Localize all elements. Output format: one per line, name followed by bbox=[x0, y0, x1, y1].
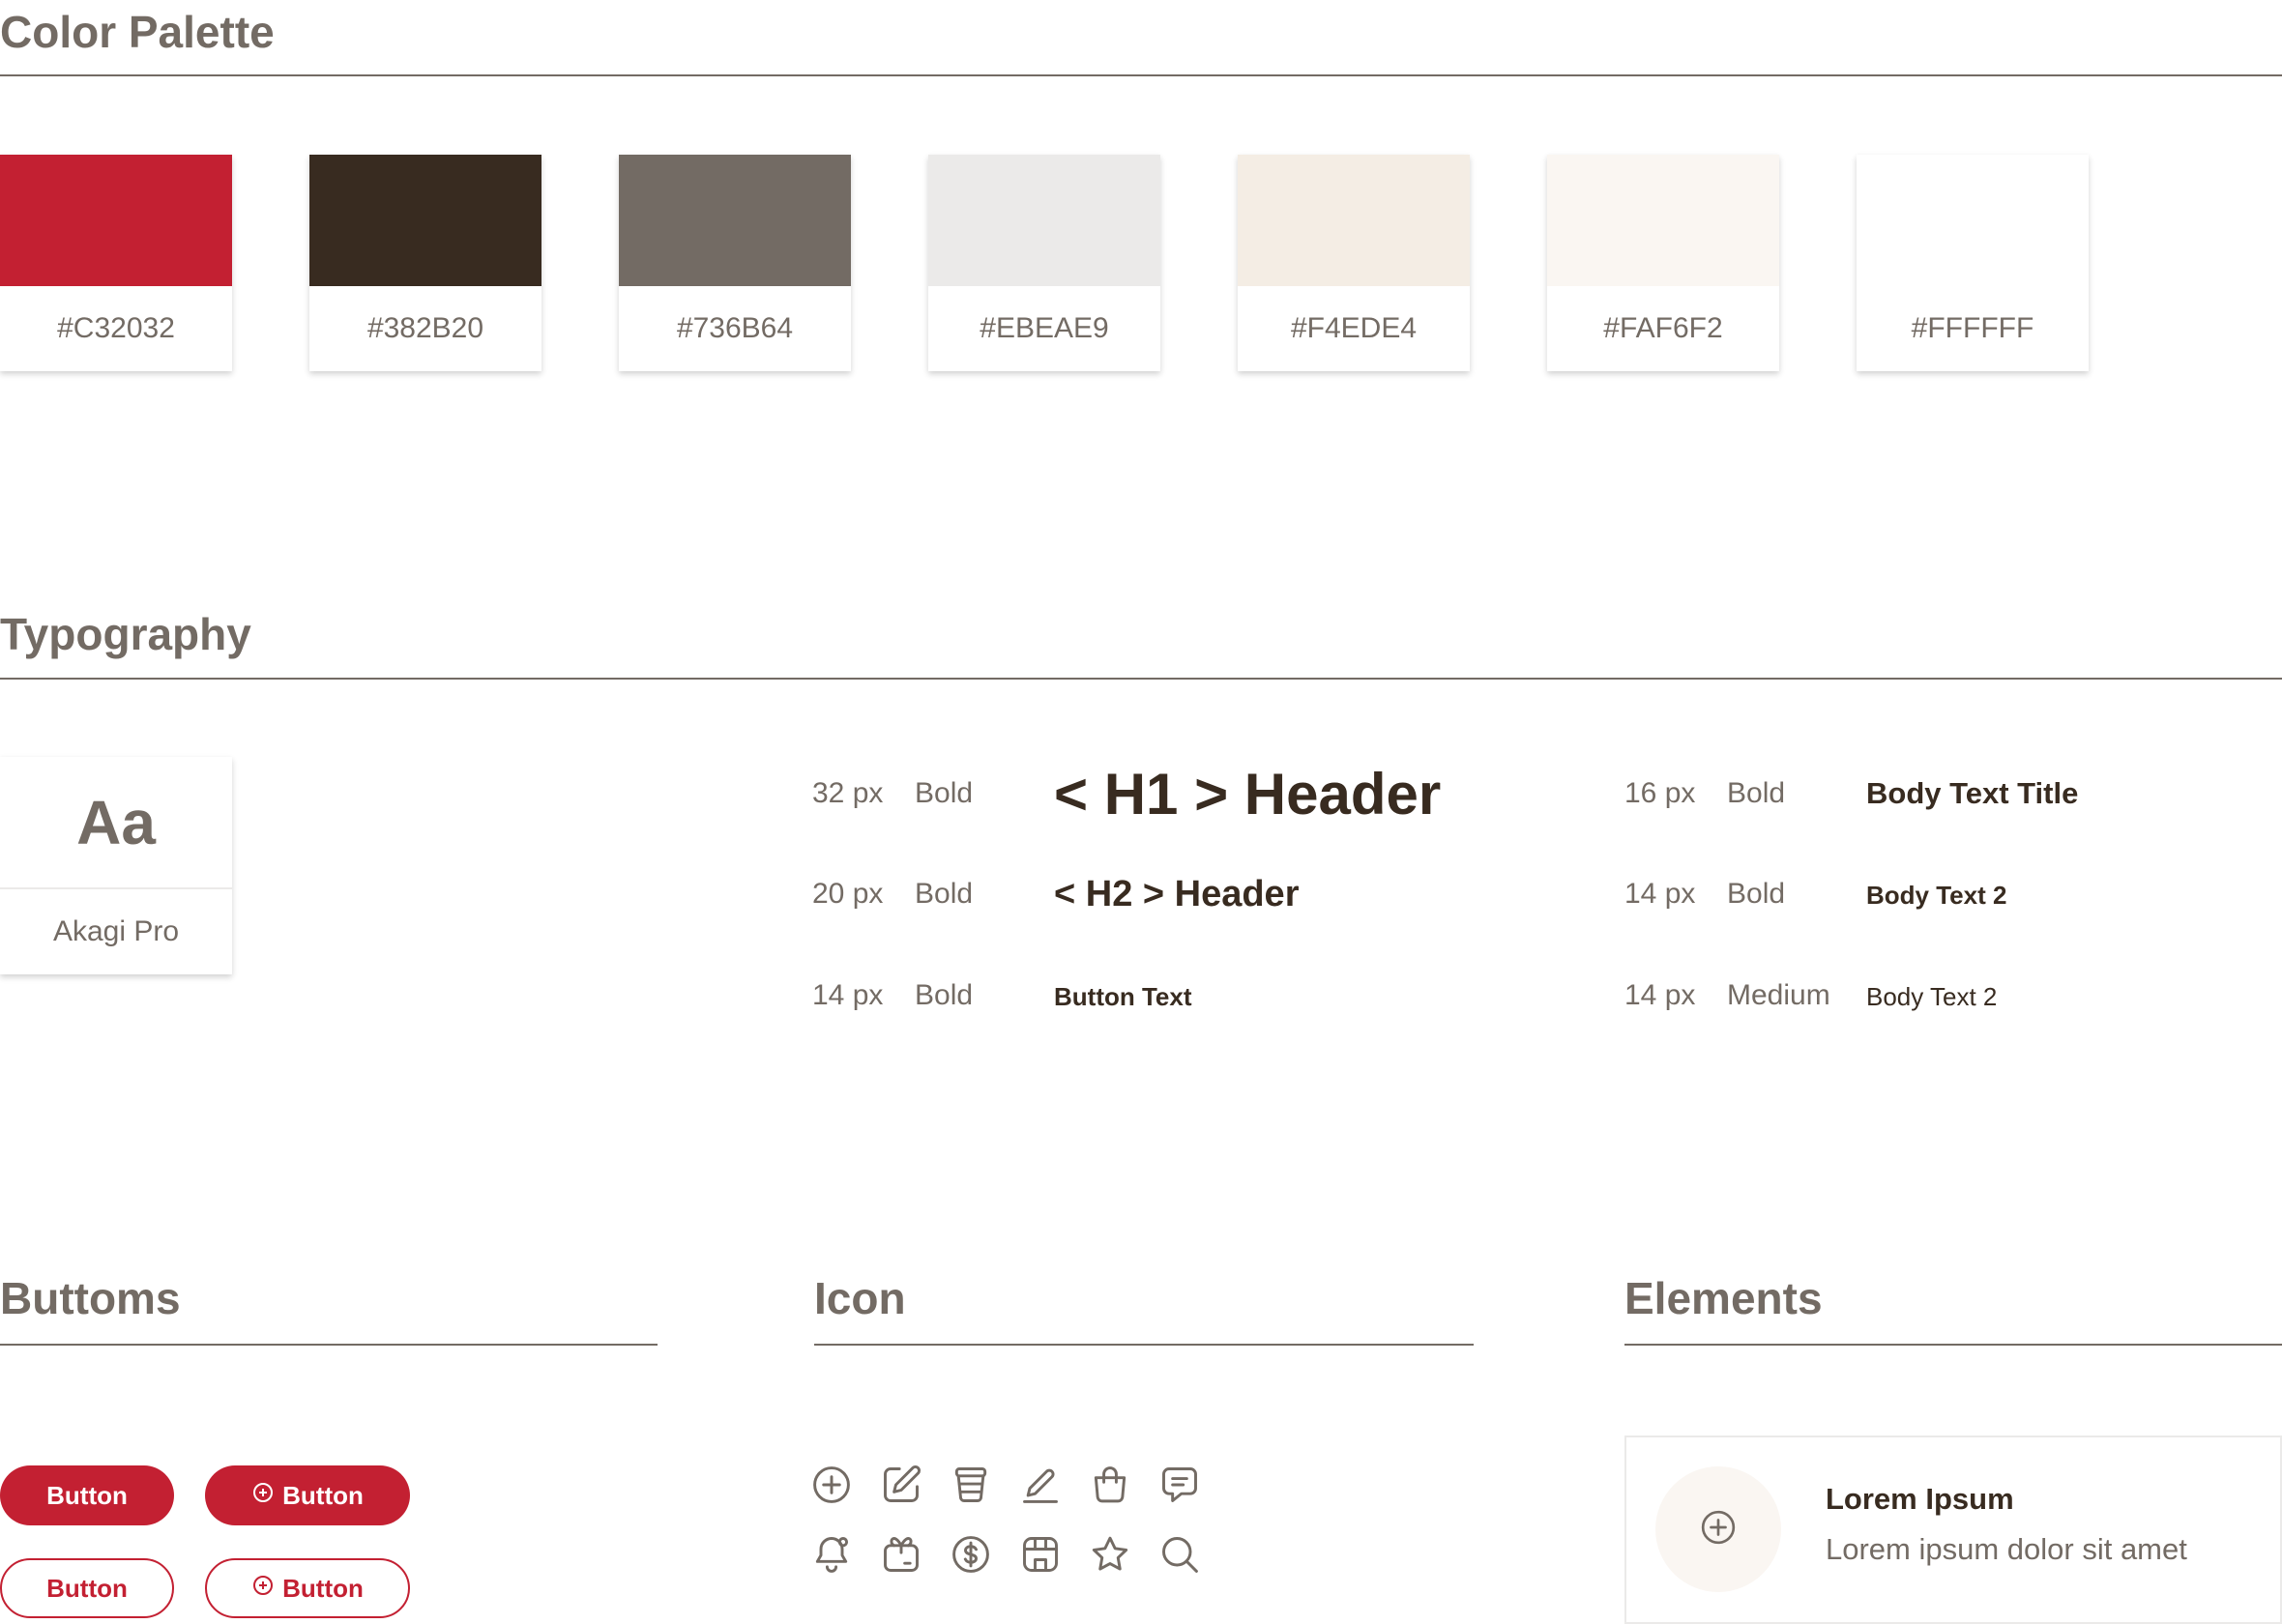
card-subtitle: Lorem ipsum dolor sit amet bbox=[1826, 1532, 2187, 1566]
type-sample-body-title: Body Text Title bbox=[1866, 776, 2079, 810]
icon-title: Icon bbox=[814, 1273, 906, 1323]
type-sample-h1: < H1 > Header bbox=[1054, 762, 1442, 826]
font-name: Akagi Pro bbox=[52, 915, 180, 947]
gift-icon[interactable] bbox=[880, 1533, 922, 1576]
type-size: 14 px bbox=[812, 979, 884, 1011]
elements-title: Elements bbox=[1624, 1273, 1823, 1323]
typography-title: Typography bbox=[0, 609, 251, 659]
secondary-button[interactable]: Button bbox=[0, 1558, 174, 1618]
swatch-chip bbox=[309, 155, 541, 286]
type-weight: Bold bbox=[915, 878, 974, 910]
star-icon[interactable] bbox=[1089, 1533, 1131, 1576]
search-icon[interactable] bbox=[1158, 1533, 1201, 1576]
swatch-code: #736B64 bbox=[676, 312, 794, 344]
type-size: 14 px bbox=[1624, 979, 1696, 1011]
cup-icon[interactable] bbox=[950, 1464, 992, 1506]
button-label: Button bbox=[46, 1573, 128, 1603]
shopping-bag-icon[interactable] bbox=[1089, 1464, 1131, 1506]
store-icon[interactable] bbox=[1019, 1533, 1062, 1576]
type-weight: Medium bbox=[1727, 979, 1830, 1011]
swatch-code: #FAF6F2 bbox=[1603, 312, 1723, 344]
plus-circle-icon bbox=[1699, 1508, 1738, 1552]
card-title: Lorem Ipsum bbox=[1826, 1482, 2014, 1516]
button-label: Button bbox=[46, 1480, 128, 1510]
type-size: 16 px bbox=[1624, 777, 1696, 809]
color-palette-title: Color Palette bbox=[0, 7, 275, 57]
swatch-chip bbox=[619, 155, 851, 286]
swatch-code: #EBEAE9 bbox=[980, 312, 1109, 344]
swatch-dark-brown: #382B20 bbox=[309, 155, 541, 371]
type-sample-h2: < H2 > Header bbox=[1054, 874, 1300, 914]
type-sample-body-bold: Body Text 2 bbox=[1866, 881, 2007, 910]
swatch-code: #C32032 bbox=[57, 312, 175, 344]
button-label: Button bbox=[282, 1573, 364, 1603]
pen-icon[interactable] bbox=[1019, 1464, 1062, 1506]
swatch-beige: #F4EDE4 bbox=[1238, 155, 1470, 371]
plus-circle-icon bbox=[251, 1574, 275, 1604]
card-icon-circle bbox=[1655, 1466, 1781, 1592]
type-size: 14 px bbox=[1624, 878, 1696, 910]
plus-circle-icon bbox=[251, 1481, 275, 1511]
type-sample-button: Button Text bbox=[1054, 982, 1192, 1011]
primary-button[interactable]: Button bbox=[0, 1465, 174, 1525]
icon-divider bbox=[814, 1344, 1474, 1346]
type-weight: Bold bbox=[915, 777, 974, 809]
button-label: Button bbox=[282, 1480, 364, 1510]
bell-icon[interactable] bbox=[810, 1533, 853, 1576]
swatch-chip bbox=[1857, 155, 2089, 286]
list-card[interactable]: Lorem Ipsum Lorem ipsum dolor sit amet bbox=[1624, 1436, 2282, 1624]
swatch-code: #FFFFFF bbox=[1911, 312, 2034, 344]
buttons-title: Buttoms bbox=[0, 1273, 181, 1323]
chat-icon[interactable] bbox=[1158, 1464, 1201, 1506]
elements-divider bbox=[1624, 1344, 2282, 1346]
swatch-chip bbox=[0, 155, 232, 286]
swatch-light-gray: #EBEAE9 bbox=[928, 155, 1160, 371]
swatch-off-white: #FAF6F2 bbox=[1547, 155, 1779, 371]
type-size: 32 px bbox=[812, 777, 884, 809]
dollar-icon[interactable] bbox=[950, 1533, 992, 1576]
font-card: Aa Akagi Pro bbox=[0, 757, 232, 974]
color-palette-divider bbox=[0, 74, 2282, 76]
edit-icon[interactable] bbox=[880, 1464, 922, 1506]
swatch-red: #C32032 bbox=[0, 155, 232, 371]
type-weight: Bold bbox=[1727, 878, 1786, 910]
swatch-chip bbox=[928, 155, 1160, 286]
swatch-gray-brown: #736B64 bbox=[619, 155, 851, 371]
type-size: 20 px bbox=[812, 878, 884, 910]
type-sample-body-medium: Body Text 2 bbox=[1866, 982, 1998, 1011]
swatch-chip bbox=[1238, 155, 1470, 286]
primary-icon-button[interactable]: Button bbox=[205, 1465, 410, 1525]
swatch-code: #F4EDE4 bbox=[1290, 312, 1418, 344]
plus-circle-icon[interactable] bbox=[810, 1464, 853, 1506]
swatch-code: #382B20 bbox=[366, 312, 484, 344]
swatch-chip bbox=[1547, 155, 1779, 286]
type-weight: Bold bbox=[915, 979, 974, 1011]
typography-divider bbox=[0, 678, 2282, 680]
buttons-divider bbox=[0, 1344, 658, 1346]
type-weight: Bold bbox=[1727, 777, 1786, 809]
swatch-white: #FFFFFF bbox=[1857, 155, 2089, 371]
font-sample: Aa bbox=[76, 787, 156, 857]
secondary-icon-button[interactable]: Button bbox=[205, 1558, 410, 1618]
